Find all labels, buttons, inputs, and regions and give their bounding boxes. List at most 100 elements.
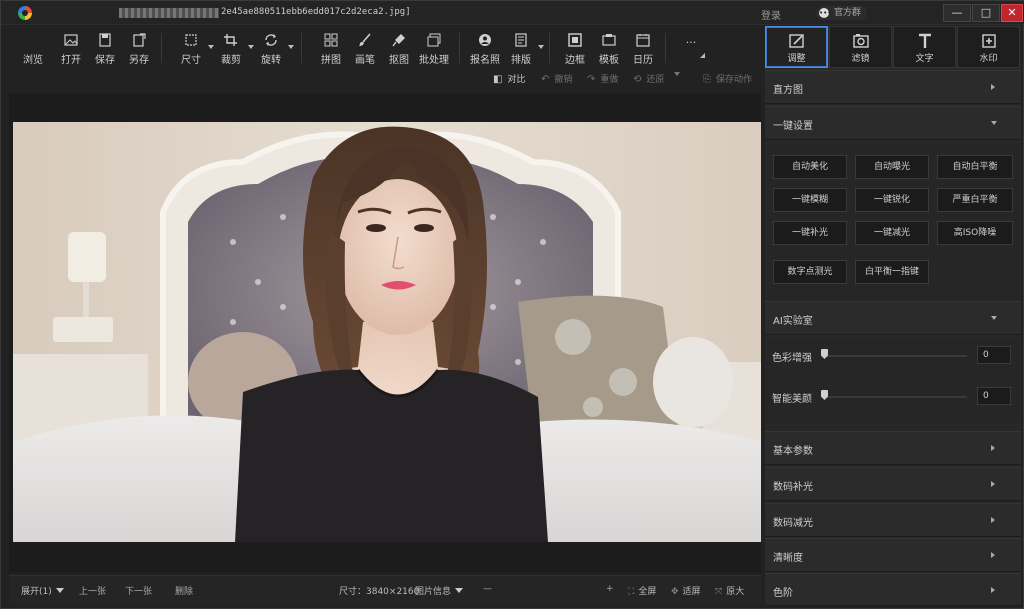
template-button[interactable]: 模板 [595, 27, 623, 69]
id-photo-button[interactable]: 报名照 [469, 27, 501, 69]
image-canvas[interactable] [9, 93, 761, 573]
section-ai-lab[interactable]: AI实验室 [765, 301, 1021, 335]
official-group-button[interactable]: ••• 官方群 [816, 6, 868, 20]
adjust-icon [788, 34, 804, 48]
color-enhance-value[interactable]: 0 [977, 346, 1011, 364]
close-button[interactable]: ✕ [1001, 4, 1023, 22]
zoom-in-button[interactable]: + [606, 584, 614, 594]
panel-tabs: 调整 滤镜 文字 水印 [765, 26, 1021, 68]
smart-beauty-track[interactable] [823, 396, 967, 398]
section-levels[interactable]: 色阶 [765, 573, 1021, 606]
resize-dropdown-icon[interactable] [208, 45, 214, 49]
layout-dropdown-icon[interactable] [538, 45, 544, 49]
auto-beautify-button[interactable]: 自动美化 [773, 155, 847, 179]
open-button[interactable]: 打开 [57, 27, 85, 69]
more-button[interactable]: ... [677, 27, 705, 69]
section-basic-params[interactable]: 基本参数 [765, 431, 1021, 465]
section-one-click[interactable]: 一键设置 [765, 106, 1021, 140]
original-size-button[interactable]: ⤧ 原大 [715, 584, 744, 597]
main-toolbar: 浏览 打开 保存 另存 尺寸 裁剪 旋转 拼图 画笔 抠图 批处理 报名照 排版… [9, 27, 759, 69]
save-label: 保存 [95, 55, 115, 66]
image-info-label: 图片信息 [415, 587, 452, 597]
auto-white-balance-button[interactable]: 自动白平衡 [937, 155, 1013, 179]
section-clarity[interactable]: 清晰度 [765, 538, 1021, 572]
login-link[interactable]: 登录 [761, 7, 781, 22]
section-digital-fill-light-label: 数码补光 [773, 482, 813, 493]
photo-preview[interactable] [13, 122, 761, 542]
resize-button[interactable]: 尺寸 [177, 27, 214, 69]
border-button[interactable]: 边框 [561, 27, 589, 69]
calendar-button[interactable]: 日历 [629, 27, 657, 69]
maximize-button[interactable]: □ [972, 4, 1000, 22]
official-group-label: 官方群 [834, 8, 862, 18]
crop-dropdown-icon[interactable] [248, 45, 254, 49]
toolbar-separator [161, 33, 162, 63]
resize-icon [185, 34, 197, 46]
toolbar-separator [301, 33, 302, 63]
chevron-right-icon [991, 84, 995, 90]
high-iso-denoise-button[interactable]: 高ISO降噪 [937, 221, 1013, 245]
section-clarity-label: 清晰度 [773, 553, 803, 564]
one-click-sharpen-button[interactable]: 一键锐化 [855, 188, 929, 212]
section-digital-fill-light[interactable]: 数码补光 [765, 467, 1021, 501]
blurred-title-prefix [119, 8, 219, 18]
more-corner-icon [700, 53, 705, 58]
smart-beauty-slider-row: 智能美颜 0 [765, 387, 1021, 407]
cutout-button[interactable]: 抠图 [385, 27, 413, 69]
redo-label: 重做 [600, 75, 619, 85]
browse-button[interactable]: 浏览 [19, 27, 47, 69]
expand-dropdown-icon [55, 588, 64, 593]
zoom-out-button[interactable]: — [483, 584, 492, 594]
one-click-reduce-light-button[interactable]: 一键减光 [855, 221, 929, 245]
compare-icon: ◧ [493, 74, 503, 85]
tab-watermark[interactable]: 水印 [957, 26, 1020, 68]
layout-button[interactable]: 排版 [507, 27, 544, 69]
one-click-fill-light-button[interactable]: 一键补光 [773, 221, 847, 245]
more-label: ... [685, 33, 697, 46]
color-enhance-slider-row: 色彩增强 0 [765, 346, 1021, 366]
tab-adjust[interactable]: 调整 [765, 26, 828, 68]
spot-metering-button[interactable]: 数字点测光 [773, 260, 847, 284]
strong-white-balance-button[interactable]: 严重白平衡 [937, 188, 1013, 212]
redo-button[interactable]: ↷ 重做 [587, 71, 618, 89]
white-balance-picker-button[interactable]: 白平衡一指键 [855, 260, 929, 284]
save-action-button[interactable]: ⎘ 保存动作 [703, 71, 752, 89]
calendar-icon [636, 34, 650, 47]
minimize-button[interactable]: — [943, 4, 971, 22]
save-as-button[interactable]: 另存 [125, 27, 153, 69]
auto-exposure-button[interactable]: 自动曝光 [855, 155, 929, 179]
tab-text[interactable]: 文字 [893, 26, 956, 68]
image-info-button[interactable]: 图片信息 [415, 584, 464, 597]
save-button[interactable]: 保存 [91, 27, 119, 69]
toolbar-separator [665, 33, 666, 63]
next-image-button[interactable]: 下一张 [125, 584, 152, 597]
toolbar-separator [459, 33, 460, 63]
collage-button[interactable]: 拼图 [317, 27, 345, 69]
compare-button[interactable]: ◧ 对比 [493, 71, 525, 89]
prev-image-button[interactable]: 上一张 [79, 584, 106, 597]
fullscreen-button[interactable]: ⛶ 全屏 [628, 584, 656, 597]
chevron-right-icon [991, 517, 995, 523]
delete-button[interactable]: 删除 [175, 584, 193, 597]
restore-dropdown-icon[interactable] [674, 72, 681, 76]
color-enhance-track[interactable] [823, 355, 967, 357]
batch-button[interactable]: 批处理 [417, 27, 451, 69]
rotate-dropdown-icon[interactable] [288, 45, 294, 49]
crop-button[interactable]: 裁剪 [217, 27, 254, 69]
one-click-blur-button[interactable]: 一键模糊 [773, 188, 847, 212]
section-histogram[interactable]: 直方图 [765, 70, 1021, 104]
smart-beauty-value[interactable]: 0 [977, 387, 1011, 405]
template-icon [602, 34, 616, 46]
fit-screen-button[interactable]: ✥ 适屏 [671, 584, 701, 597]
brush-button[interactable]: 画笔 [351, 27, 379, 69]
rotate-button[interactable]: 旋转 [257, 27, 294, 69]
border-icon [568, 33, 582, 47]
smart-beauty-thumb[interactable] [821, 390, 828, 400]
fullscreen-icon: ⛶ [628, 587, 635, 597]
expand-button[interactable]: 展开(1) [21, 584, 64, 597]
section-digital-reduce-light[interactable]: 数码减光 [765, 503, 1021, 537]
undo-button[interactable]: ↶ 撤销 [541, 71, 572, 89]
color-enhance-thumb[interactable] [821, 349, 828, 359]
tab-filter[interactable]: 滤镜 [829, 26, 892, 68]
restore-button[interactable]: ⟲ 还原 [633, 71, 681, 89]
